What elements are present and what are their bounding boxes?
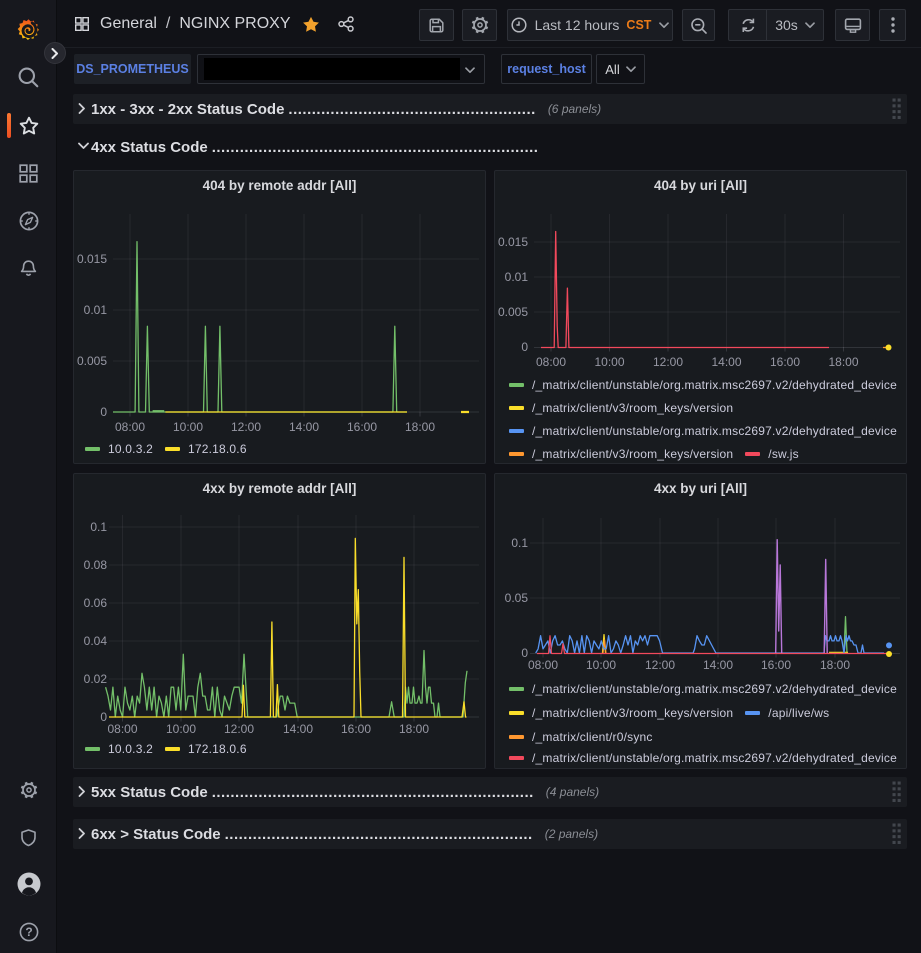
svg-text:14:00: 14:00 xyxy=(283,722,313,736)
svg-text:0.04: 0.04 xyxy=(84,634,108,648)
svg-text:16:00: 16:00 xyxy=(347,420,377,434)
svg-text:16:00: 16:00 xyxy=(341,722,371,736)
svg-text:14:00: 14:00 xyxy=(289,420,319,434)
svg-text:08:00: 08:00 xyxy=(115,420,145,434)
svg-text:0.1: 0.1 xyxy=(511,536,528,550)
svg-text:0.02: 0.02 xyxy=(84,672,108,686)
svg-text:18:00: 18:00 xyxy=(405,420,435,434)
svg-text:10:00: 10:00 xyxy=(166,722,196,736)
svg-text:08:00: 08:00 xyxy=(528,658,558,672)
svg-text:0.015: 0.015 xyxy=(498,235,528,249)
svg-text:18:00: 18:00 xyxy=(820,658,850,672)
svg-text:12:00: 12:00 xyxy=(653,355,683,369)
svg-text:0.05: 0.05 xyxy=(505,591,529,605)
svg-text:0.01: 0.01 xyxy=(505,270,529,284)
svg-text:0.08: 0.08 xyxy=(84,558,108,572)
svg-text:12:00: 12:00 xyxy=(231,420,261,434)
svg-text:0.1: 0.1 xyxy=(90,520,107,534)
svg-text:?: ? xyxy=(25,925,32,939)
svg-text:0.015: 0.015 xyxy=(77,252,107,266)
svg-text:0.01: 0.01 xyxy=(84,303,108,317)
svg-text:0: 0 xyxy=(521,340,528,354)
svg-text:16:00: 16:00 xyxy=(761,658,791,672)
svg-text:12:00: 12:00 xyxy=(224,722,254,736)
svg-text:0.06: 0.06 xyxy=(84,596,108,610)
svg-text:10:00: 10:00 xyxy=(173,420,203,434)
svg-text:16:00: 16:00 xyxy=(770,355,800,369)
svg-text:0: 0 xyxy=(100,710,107,724)
svg-text:0.005: 0.005 xyxy=(77,354,107,368)
svg-text:08:00: 08:00 xyxy=(107,722,137,736)
svg-text:14:00: 14:00 xyxy=(711,355,741,369)
svg-text:10:00: 10:00 xyxy=(594,355,624,369)
svg-text:18:00: 18:00 xyxy=(399,722,429,736)
svg-text:10:00: 10:00 xyxy=(586,658,616,672)
svg-text:12:00: 12:00 xyxy=(645,658,675,672)
svg-text:0: 0 xyxy=(100,405,107,419)
svg-text:14:00: 14:00 xyxy=(703,658,733,672)
svg-text:18:00: 18:00 xyxy=(828,355,858,369)
svg-text:08:00: 08:00 xyxy=(536,355,566,369)
svg-text:0.005: 0.005 xyxy=(498,305,528,319)
